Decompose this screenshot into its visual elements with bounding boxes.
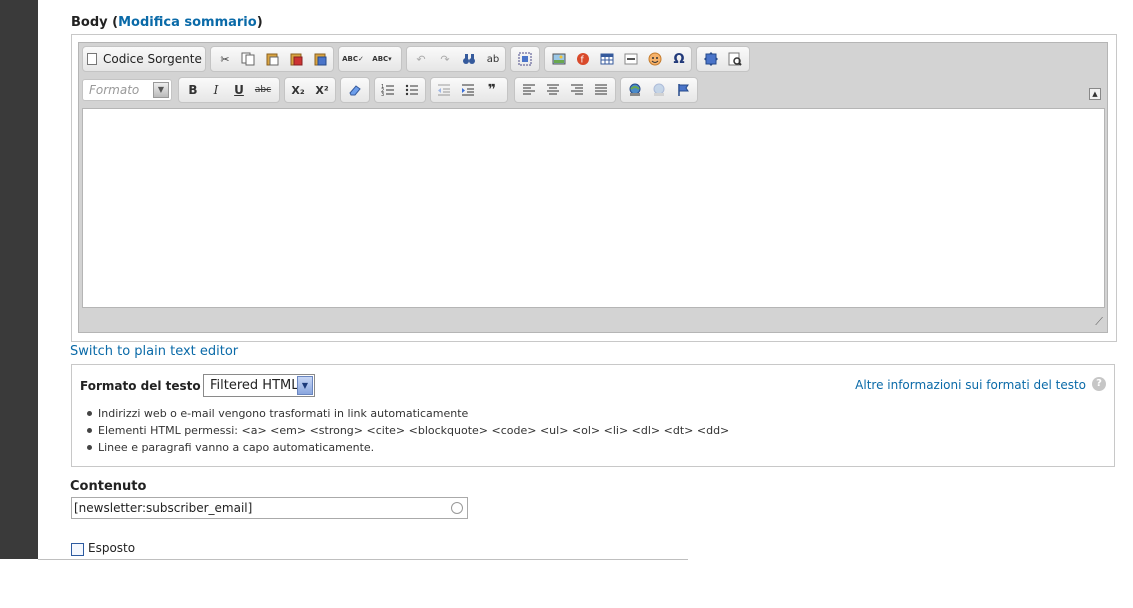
chevron-down-icon: ▼ [297, 376, 313, 395]
unlink-icon[interactable] [649, 81, 669, 99]
find-icon[interactable] [459, 50, 479, 68]
editor-chrome: Codice Sorgente ✂ ABC✓ ABC▾ ↶ ↷ ab f Ω F… [78, 42, 1108, 333]
switch-plain-text-link[interactable]: Switch to plain text editor [70, 344, 238, 359]
text-format-label: Formato del testo [80, 379, 201, 393]
align-justify-icon[interactable] [591, 81, 611, 99]
view-group [696, 46, 750, 72]
paste-icon[interactable] [262, 50, 282, 68]
smiley-icon[interactable] [645, 50, 665, 68]
select-all-icon[interactable] [515, 50, 535, 68]
source-group: Codice Sorgente [82, 46, 206, 72]
table-icon[interactable] [597, 50, 617, 68]
source-button[interactable]: Codice Sorgente [87, 50, 202, 68]
numbered-list-icon[interactable]: 123 [378, 81, 398, 99]
basic-style-group: B I U abc [178, 77, 280, 103]
remove-format-group [340, 77, 370, 103]
editor-content-area[interactable] [82, 108, 1105, 308]
list-group: 123 [374, 77, 426, 103]
edit-summary-link[interactable]: Modifica sommario [118, 15, 257, 30]
contenuto-label: Contenuto [70, 479, 147, 494]
text-format-fieldset: Formato del testo Filtered HTML ▼ Altre i… [71, 364, 1115, 467]
link-group [620, 77, 698, 103]
replace-icon[interactable]: ab [483, 50, 503, 68]
superscript-icon[interactable]: X² [312, 81, 332, 99]
paste-text-icon[interactable] [286, 50, 306, 68]
select-group [510, 46, 540, 72]
align-group [514, 77, 616, 103]
image-icon[interactable] [549, 50, 569, 68]
esposto-label: Esposto [88, 541, 136, 555]
spellcheck-menu-icon[interactable]: ABC▾ [367, 50, 397, 68]
indent-group: ❞ [430, 77, 508, 103]
help-icon[interactable]: ? [1092, 377, 1106, 391]
text-format-select[interactable]: Filtered HTML ▼ [203, 374, 315, 397]
edit-group: ↶ ↷ ab [406, 46, 506, 72]
divider [38, 559, 688, 560]
bulleted-list-icon[interactable] [402, 81, 422, 99]
left-sidebar [0, 0, 38, 559]
contenuto-input[interactable]: [newsletter:subscriber_email] [71, 497, 468, 519]
cut-icon[interactable]: ✂ [215, 50, 235, 68]
autocomplete-throbber-icon [451, 502, 463, 514]
more-format-info-link[interactable]: Altre informazioni sui formati del testo [855, 378, 1086, 392]
format-dropdown[interactable]: Formato ▼ [82, 79, 172, 101]
script-group: X₂ X² [284, 77, 336, 103]
document-icon [87, 53, 97, 65]
insert-group: f Ω [544, 46, 692, 72]
chevron-down-icon: ▼ [153, 82, 169, 98]
redo-icon[interactable]: ↷ [435, 50, 455, 68]
maximize-icon[interactable] [701, 50, 721, 68]
underline-icon[interactable]: U [229, 81, 249, 99]
list-item: Elementi HTML permessi: <a> <em> <strong… [86, 422, 729, 439]
strike-icon[interactable]: abc [253, 81, 273, 99]
resize-handle-icon[interactable]: ⟋ [1095, 315, 1103, 329]
undo-icon[interactable]: ↶ [411, 50, 431, 68]
italic-icon[interactable]: I [206, 81, 226, 99]
outdent-icon[interactable] [434, 81, 454, 99]
rich-text-editor: Codice Sorgente ✂ ABC✓ ABC▾ ↶ ↷ ab f Ω F… [71, 34, 1117, 342]
anchor-icon[interactable] [673, 81, 693, 99]
list-item: Linee e paragrafi vanno a capo automatic… [86, 439, 729, 456]
copy-icon[interactable] [238, 50, 258, 68]
indent-icon[interactable] [458, 81, 478, 99]
special-char-icon[interactable]: Ω [669, 50, 689, 68]
remove-format-icon[interactable] [345, 81, 365, 99]
clipboard-group: ✂ [210, 46, 334, 72]
blockquote-icon[interactable]: ❞ [482, 81, 502, 99]
horizontal-rule-icon[interactable] [621, 50, 641, 68]
svg-text:3: 3 [381, 92, 384, 97]
link-icon[interactable] [625, 81, 645, 99]
preview-icon[interactable] [725, 50, 745, 68]
format-tips-list: Indirizzi web o e-mail vengono trasforma… [86, 405, 729, 456]
subscript-icon[interactable]: X₂ [288, 81, 308, 99]
collapse-toolbar-button[interactable]: ▲ [1089, 88, 1101, 100]
align-left-icon[interactable] [519, 81, 539, 99]
paste-word-icon[interactable] [310, 50, 330, 68]
spellcheck-icon[interactable]: ABC✓ [342, 50, 364, 68]
list-item: Indirizzi web o e-mail vengono trasforma… [86, 405, 729, 422]
esposto-checkbox[interactable] [71, 543, 84, 556]
flash-icon[interactable]: f [573, 50, 593, 68]
body-field-label: Body (Modifica sommario) [71, 15, 263, 30]
bold-icon[interactable]: B [183, 81, 203, 99]
spellcheck-group: ABC✓ ABC▾ [338, 46, 402, 72]
align-center-icon[interactable] [543, 81, 563, 99]
align-right-icon[interactable] [567, 81, 587, 99]
